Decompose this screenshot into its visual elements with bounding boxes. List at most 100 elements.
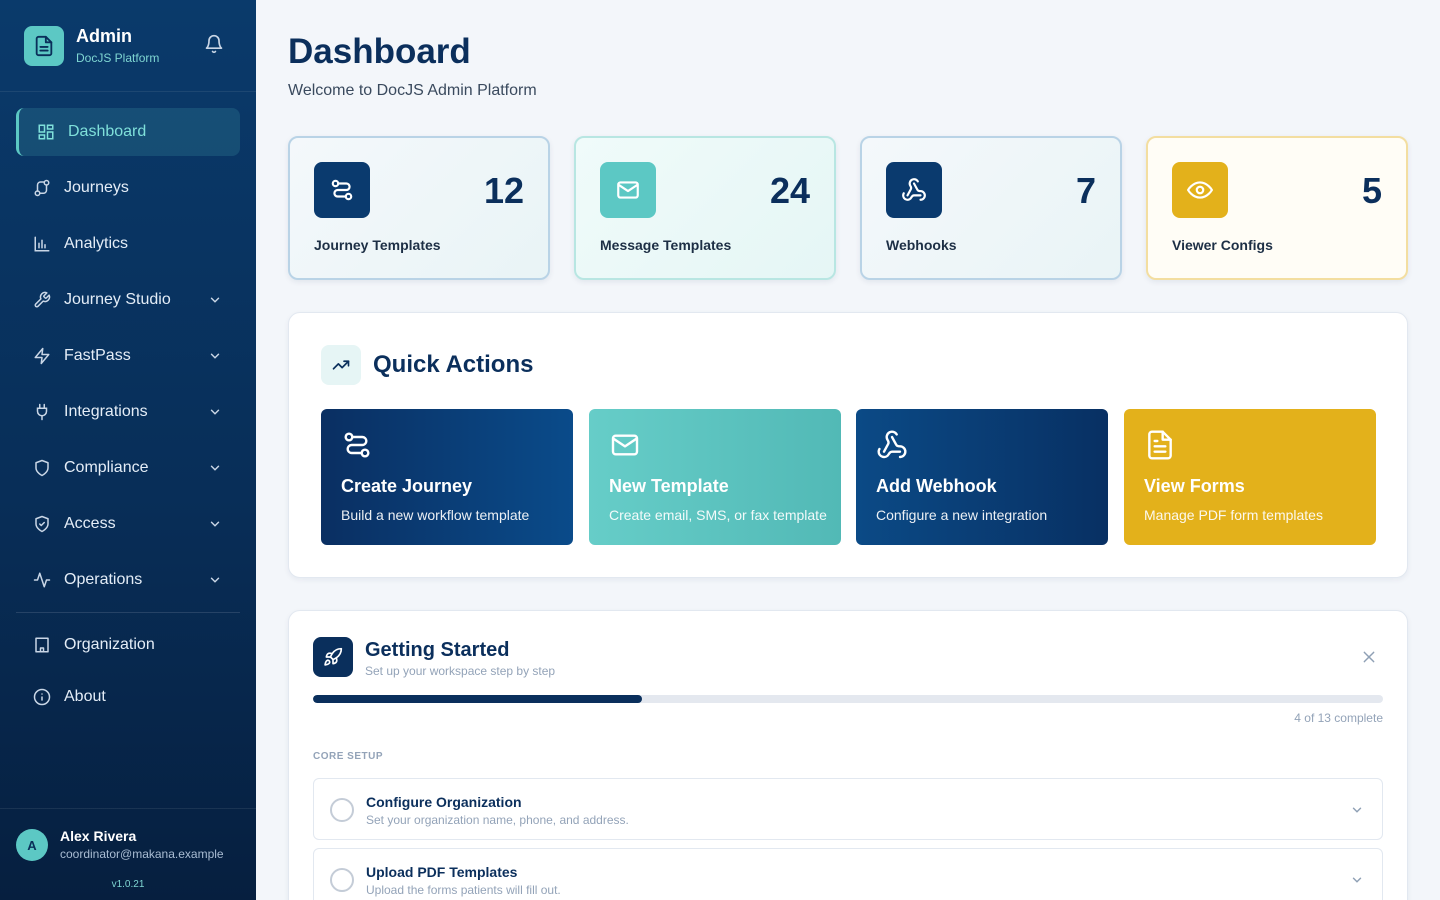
- quick-action-desc: Configure a new integration: [876, 507, 1048, 523]
- new-template-button[interactable]: New Template Create email, SMS, or fax t…: [589, 409, 841, 545]
- step-status-circle[interactable]: [330, 868, 354, 892]
- sidebar-item-label: Operations: [64, 571, 143, 588]
- step-title: Configure Organization: [366, 794, 522, 810]
- brand-subtitle: DocJS Platform: [76, 51, 160, 65]
- sidebar-item-label: Analytics: [64, 235, 129, 252]
- sidebar-item-label: Compliance: [64, 459, 149, 476]
- chevron-down-icon: [1350, 803, 1364, 817]
- sidebar-item-analytics[interactable]: Analytics: [16, 220, 240, 268]
- quick-action-title: Add Webhook: [876, 476, 997, 496]
- user-email: coordinator@makana.example: [60, 847, 224, 861]
- sidebar-item-label: Journeys: [64, 179, 129, 196]
- main-content: Dashboard Welcome to DocJS Admin Platfor…: [256, 0, 1440, 900]
- add-webhook-button[interactable]: Add Webhook Configure a new integration: [856, 409, 1108, 545]
- rocket-icon: [313, 637, 353, 677]
- route-icon: [341, 429, 373, 461]
- app-version: v1.0.21: [111, 879, 145, 890]
- info-icon: [32, 687, 52, 707]
- bell-icon[interactable]: [204, 34, 226, 56]
- chevron-down-icon: [208, 405, 222, 419]
- sidebar-item-label: Integrations: [64, 403, 148, 420]
- route-icon: [314, 162, 370, 218]
- close-icon[interactable]: [1361, 649, 1377, 665]
- user-profile[interactable]: A Alex Rivera coordinator@makana.example…: [0, 808, 256, 900]
- sidebar-item-label: Access: [64, 515, 116, 532]
- chevron-down-icon: [1350, 873, 1364, 887]
- sidebar-item-label: Journey Studio: [64, 291, 171, 308]
- step-desc: Upload the forms patients will fill out.: [366, 883, 561, 897]
- lightning-icon: [32, 346, 52, 366]
- wrench-icon: [32, 290, 52, 310]
- step-status-circle[interactable]: [330, 798, 354, 822]
- mail-icon: [609, 429, 641, 461]
- quick-actions-panel: Quick Actions Create Journey Build a new…: [288, 312, 1408, 578]
- quick-actions-title: Quick Actions: [373, 351, 534, 378]
- bar-chart-icon: [32, 234, 52, 254]
- stat-value: 5: [1361, 170, 1382, 211]
- sidebar-item-operations[interactable]: Operations: [16, 556, 240, 604]
- quick-action-desc: Build a new workflow template: [341, 507, 530, 523]
- stat-card-webhooks[interactable]: 7 Webhooks: [860, 136, 1122, 280]
- sidebar-item-label: Dashboard: [68, 123, 147, 140]
- sidebar-item-label: Organization: [64, 636, 155, 653]
- sidebar-nav: Dashboard Journeys Analytics Journey Stu…: [0, 92, 256, 721]
- step-desc: Set your organization name, phone, and a…: [366, 813, 629, 827]
- setup-step-configure-organization[interactable]: Configure Organization Set your organiza…: [313, 778, 1383, 840]
- shield-check-icon: [32, 514, 52, 534]
- sidebar-item-journey-studio[interactable]: Journey Studio: [16, 276, 240, 324]
- getting-started-panel: Getting Started Set up your workspace st…: [288, 610, 1408, 900]
- create-journey-button[interactable]: Create Journey Build a new workflow temp…: [321, 409, 573, 545]
- stat-value: 12: [483, 170, 524, 211]
- sidebar-item-dashboard[interactable]: Dashboard: [16, 108, 240, 156]
- sidebar-item-about[interactable]: About: [16, 673, 240, 721]
- avatar: A: [16, 829, 48, 861]
- chevron-down-icon: [208, 461, 222, 475]
- activity-icon: [32, 570, 52, 590]
- getting-started-title: Getting Started: [365, 639, 510, 661]
- setup-step-upload-pdf-templates[interactable]: Upload PDF Templates Upload the forms pa…: [313, 848, 1383, 900]
- chevron-down-icon: [208, 517, 222, 531]
- quick-action-desc: Create email, SMS, or fax template: [609, 507, 827, 523]
- eye-icon: [1172, 162, 1228, 218]
- step-title: Upload PDF Templates: [366, 864, 518, 880]
- setup-progress-bar: [313, 695, 1383, 703]
- stat-label: Message Templates: [600, 237, 732, 253]
- sidebar-item-compliance[interactable]: Compliance: [16, 444, 240, 492]
- stat-card-journey-templates[interactable]: 12 Journey Templates: [288, 136, 550, 280]
- shield-icon: [32, 458, 52, 478]
- sidebar-item-label: FastPass: [64, 347, 131, 364]
- sidebar-item-access[interactable]: Access: [16, 500, 240, 548]
- mail-icon: [600, 162, 656, 218]
- sidebar: Admin DocJS Platform Dashboard Journeys …: [0, 0, 256, 900]
- quick-action-title: Create Journey: [341, 476, 473, 496]
- file-icon: [1144, 429, 1176, 461]
- stat-label: Viewer Configs: [1172, 237, 1273, 253]
- sidebar-item-integrations[interactable]: Integrations: [16, 388, 240, 436]
- route-icon: [32, 178, 52, 198]
- getting-started-subtitle: Set up your workspace step by step: [365, 664, 556, 678]
- section-label: CORE SETUP: [313, 751, 384, 762]
- page-subtitle: Welcome to DocJS Admin Platform: [288, 82, 537, 99]
- view-forms-button[interactable]: View Forms Manage PDF form templates: [1124, 409, 1376, 545]
- quick-action-title: New Template: [609, 476, 729, 496]
- chevron-down-icon: [208, 349, 222, 363]
- building-icon: [32, 635, 52, 655]
- stat-label: Webhooks: [886, 237, 957, 253]
- quick-action-title: View Forms: [1144, 476, 1245, 496]
- chevron-down-icon: [208, 293, 222, 307]
- sidebar-item-fastpass[interactable]: FastPass: [16, 332, 240, 380]
- sidebar-item-organization[interactable]: Organization: [16, 621, 240, 669]
- sidebar-divider: [16, 612, 240, 613]
- stat-value: 7: [1075, 170, 1096, 211]
- stat-card-message-templates[interactable]: 24 Message Templates: [574, 136, 836, 280]
- webhook-icon: [876, 429, 908, 461]
- stat-card-viewer-configs[interactable]: 5 Viewer Configs: [1146, 136, 1408, 280]
- page-title: Dashboard: [288, 32, 471, 71]
- webhook-icon: [886, 162, 942, 218]
- brand-title: Admin: [76, 26, 132, 46]
- grid-icon: [36, 122, 56, 142]
- sidebar-item-journeys[interactable]: Journeys: [16, 164, 240, 212]
- progress-fill: [313, 695, 643, 703]
- stat-value: 24: [769, 170, 810, 211]
- chevron-down-icon: [208, 573, 222, 587]
